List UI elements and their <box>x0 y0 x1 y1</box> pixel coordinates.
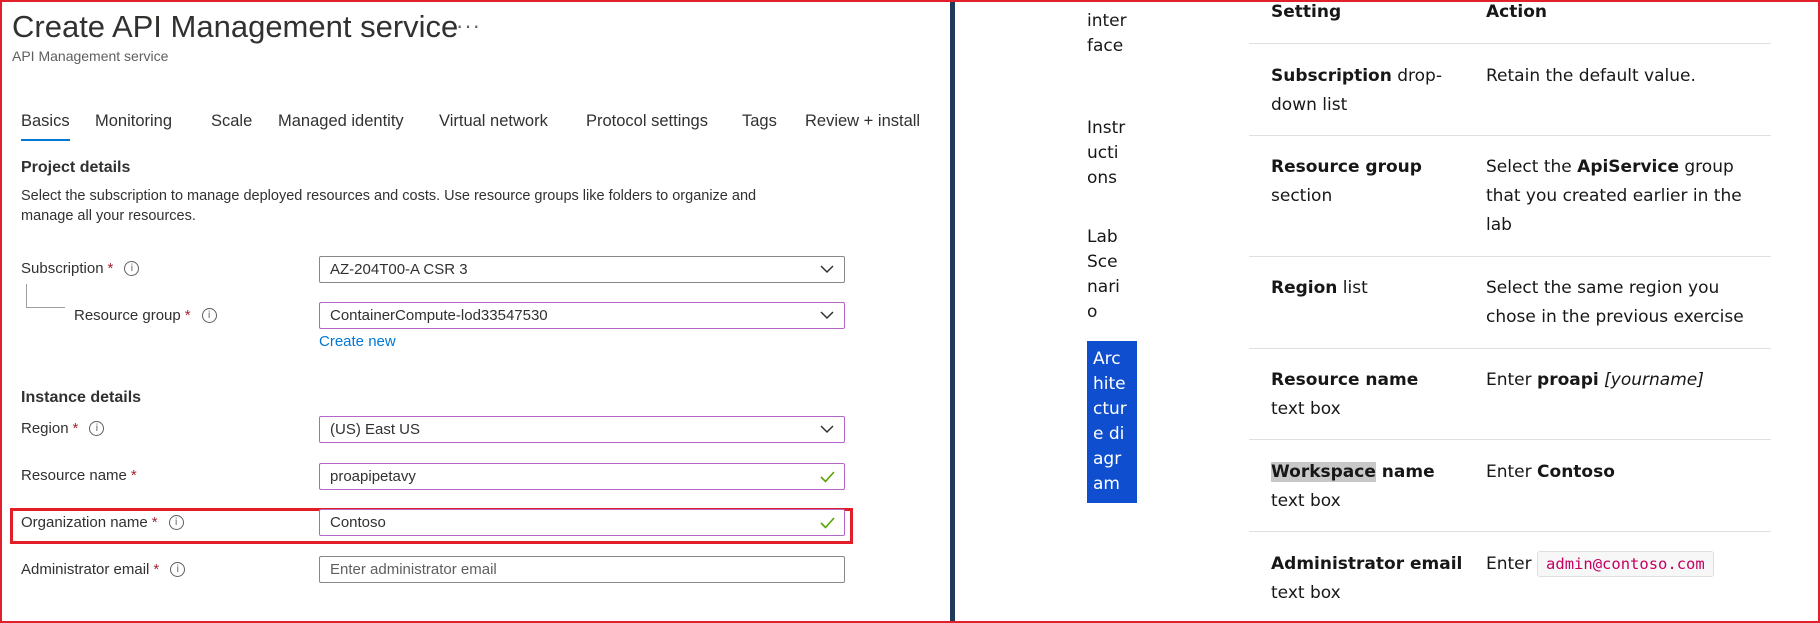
azure-portal-panel: Create API Management service ··· API Ma… <box>0 0 950 623</box>
region-label: Region * i <box>21 420 105 437</box>
row-divider <box>1249 43 1771 44</box>
valid-check-icon <box>820 471 835 483</box>
tab-review-install[interactable]: Review + install <box>805 112 920 131</box>
info-icon[interactable]: i <box>124 261 140 276</box>
nav-item-lab-scenario[interactable]: Lab Scenario <box>1087 225 1127 325</box>
organization-name-label: Organization name * i <box>21 514 184 531</box>
docs-panel: user interface Instructions Lab Scenario… <box>955 0 1820 623</box>
required-marker: * <box>72 420 79 437</box>
info-icon[interactable]: i <box>170 562 186 577</box>
tab-monitoring[interactable]: Monitoring <box>95 112 172 131</box>
table-cell-action: Enter proapi [yourname] <box>1486 370 1704 390</box>
inline-code: admin@contoso.com <box>1537 551 1714 577</box>
table-cell-action: Retain the default value. <box>1486 66 1696 86</box>
tab-managed-identity[interactable]: Managed identity <box>278 112 404 131</box>
nav-item-architecture-diagram[interactable]: Architecture diagram <box>1087 341 1137 503</box>
table-header-action: Action <box>1486 2 1547 22</box>
subscription-label: Subscription * i <box>21 260 140 277</box>
page-title: Create API Management service <box>12 9 459 44</box>
nav-item-user-interface[interactable]: user interface <box>1087 0 1127 59</box>
tab-tags[interactable]: Tags <box>742 112 777 131</box>
info-icon[interactable]: i <box>168 515 184 530</box>
table-cell-setting: Workspace name text box <box>1271 462 1435 511</box>
row-divider <box>1249 439 1771 440</box>
resource-group-label: Resource group * i <box>74 307 217 324</box>
required-marker: * <box>184 307 191 324</box>
project-details-description: Select the subscription to manage deploy… <box>21 188 757 224</box>
valid-check-icon <box>820 517 835 529</box>
resource-name-input[interactable]: proapipetavy <box>319 463 845 490</box>
table-cell-setting: Administrator email text box <box>1271 554 1463 603</box>
resource-group-dropdown[interactable]: ContainerCompute-lod33547530 <box>319 302 845 329</box>
chevron-down-icon <box>820 265 834 274</box>
resource-name-label: Resource name * <box>21 467 137 484</box>
table-cell-setting: Region list <box>1271 278 1368 298</box>
chevron-down-icon <box>820 311 834 320</box>
table-cell-action: Select the same region you chose in the … <box>1486 278 1744 327</box>
table-cell-setting: Resource group section <box>1271 157 1422 206</box>
tab-scale[interactable]: Scale <box>211 112 252 131</box>
required-marker: * <box>153 561 160 578</box>
more-options-icon[interactable]: ··· <box>456 13 481 39</box>
subscription-dropdown[interactable]: AZ-204T00-A CSR 3 <box>319 256 845 283</box>
row-divider <box>1249 348 1771 349</box>
row-divider <box>1249 135 1771 136</box>
administrator-email-input[interactable]: Enter administrator email <box>319 556 845 583</box>
nav-item-instructions[interactable]: Instructions <box>1087 116 1127 191</box>
table-cell-action: Enter Contoso <box>1486 462 1615 482</box>
project-details-heading: Project details <box>21 159 131 176</box>
create-new-link[interactable]: Create new <box>319 333 396 350</box>
region-dropdown[interactable]: (US) East US <box>319 416 845 443</box>
search-highlight: Workspace <box>1271 462 1376 482</box>
info-icon[interactable]: i <box>89 421 105 436</box>
info-icon[interactable]: i <box>201 308 217 323</box>
required-marker: * <box>151 514 158 531</box>
table-header-setting: Setting <box>1271 2 1342 22</box>
row-divider <box>1249 256 1771 257</box>
row-divider <box>1249 531 1771 532</box>
table-cell-action: Select the ApiService group that you cre… <box>1486 157 1742 235</box>
instance-details-heading: Instance details <box>21 389 142 406</box>
administrator-email-label: Administrator email * i <box>21 561 186 578</box>
tab-basics[interactable]: Basics <box>21 112 70 141</box>
tree-connector <box>26 284 65 308</box>
required-marker: * <box>107 260 114 277</box>
table-cell-setting: Subscription drop-down list <box>1271 66 1442 115</box>
organization-name-input[interactable]: Contoso <box>319 509 845 536</box>
table-cell-setting: Resource name text box <box>1271 370 1419 419</box>
table-cell-action: Enter admin@contoso.com <box>1486 550 1756 579</box>
tab-virtual-network[interactable]: Virtual network <box>439 112 548 131</box>
required-marker: * <box>130 467 137 484</box>
page-subtitle: API Management service <box>12 48 169 64</box>
tab-protocol-settings[interactable]: Protocol settings <box>586 112 708 131</box>
chevron-down-icon <box>820 425 834 434</box>
